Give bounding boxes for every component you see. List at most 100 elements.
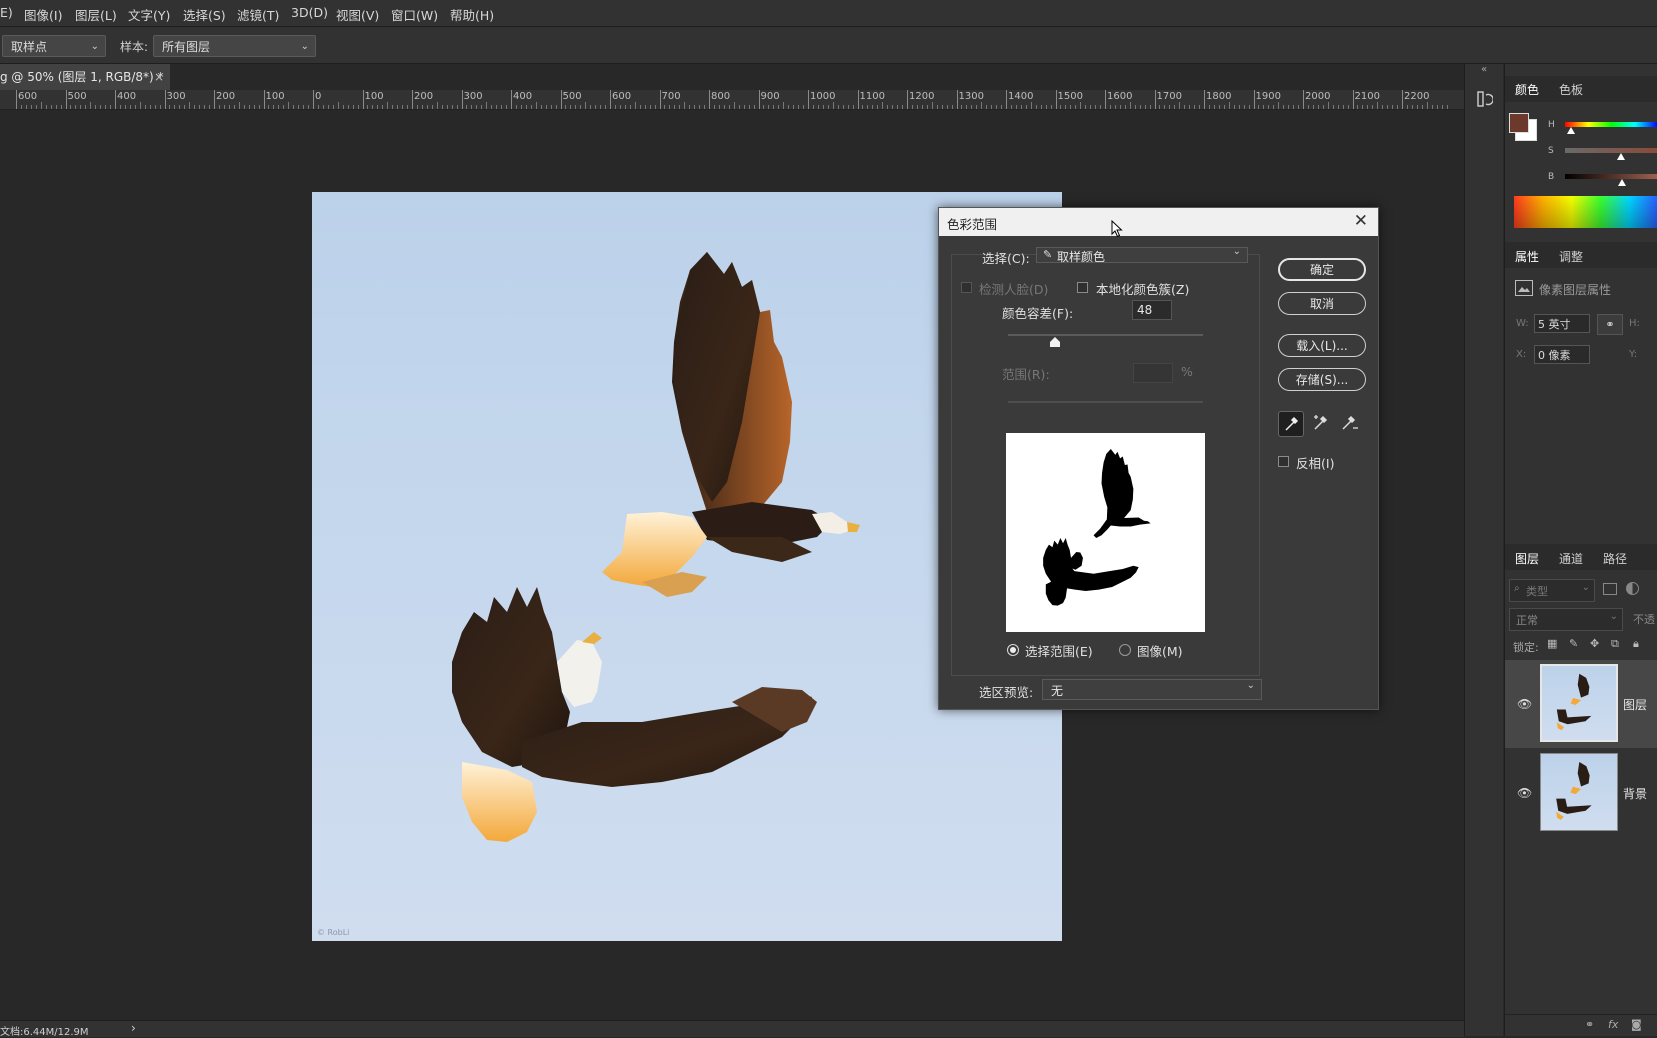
layer-name[interactable]: 背景: [1623, 785, 1647, 802]
ruler-minor-tick: [1327, 102, 1329, 109]
lock-transparency-icon[interactable]: ▦: [1547, 637, 1557, 650]
sample-label: 样本:: [120, 40, 149, 54]
preview-select[interactable]: 无 ⌄: [1042, 679, 1262, 700]
hue-slider[interactable]: [1565, 122, 1657, 127]
layer-row[interactable]: 👁︎ 图层: [1505, 660, 1657, 748]
image-radio[interactable]: [1119, 644, 1131, 656]
tab-swatches[interactable]: 色板: [1559, 81, 1583, 98]
x-field[interactable]: 0 像素: [1534, 345, 1590, 364]
document-tab[interactable]: g @ 50% (图层 1, RGB/8*) * ×: [0, 64, 170, 90]
layer-row[interactable]: 👁︎ 背景: [1505, 749, 1657, 837]
saturation-slider[interactable]: [1565, 148, 1657, 153]
close-icon[interactable]: ×: [154, 64, 164, 90]
fuzziness-field[interactable]: 48: [1132, 300, 1172, 320]
menu-view[interactable]: 视图(V): [336, 5, 379, 24]
fuzziness-slider-thumb[interactable]: [1049, 336, 1060, 347]
link-layers-icon[interactable]: ⚭: [1585, 1018, 1594, 1031]
ruler-minor-tick: [337, 102, 339, 109]
lock-artboard-icon[interactable]: ⧉: [1611, 637, 1619, 651]
tab-paths[interactable]: 路径: [1603, 550, 1627, 567]
ruler-major-tick: [1006, 90, 1007, 109]
menu-type[interactable]: 文字(Y): [128, 5, 170, 24]
ruler-minor-tick: [332, 105, 334, 109]
load-button[interactable]: 载入(L)...: [1278, 334, 1366, 357]
ruler-minor-tick: [941, 105, 943, 109]
chevron-down-icon: ⌄: [300, 41, 309, 52]
save-button[interactable]: 存储(S)...: [1278, 368, 1366, 391]
ruler-minor-tick: [20, 105, 22, 109]
menu-edit[interactable]: E): [0, 5, 13, 20]
layer-filter-select[interactable]: ⌕ 类型 ⌄: [1509, 579, 1595, 602]
menu-window[interactable]: 窗口(W): [391, 5, 438, 24]
selection-radio[interactable]: [1007, 644, 1019, 656]
layer-name[interactable]: 图层: [1623, 696, 1647, 713]
menu-image[interactable]: 图像(I): [24, 5, 62, 24]
localized-clusters-checkbox[interactable]: [1077, 282, 1088, 293]
eyedropper-icon[interactable]: [1278, 411, 1304, 437]
status-arrow-icon[interactable]: ›: [131, 1021, 136, 1035]
layer-thumbnail: [1540, 664, 1618, 742]
menu-help[interactable]: 帮助(H): [450, 5, 494, 24]
foreground-color-swatch[interactable]: [1509, 113, 1529, 133]
ruler-minor-tick: [431, 105, 433, 109]
fuzziness-slider[interactable]: [1008, 334, 1203, 336]
ruler-label: 2000: [1305, 91, 1331, 102]
menu-filter[interactable]: 滤镜(T): [237, 5, 279, 24]
history-icon[interactable]: [1477, 90, 1494, 108]
lock-paint-icon[interactable]: ✎: [1569, 637, 1578, 650]
brightness-slider[interactable]: [1565, 174, 1657, 179]
properties-subtitle: 像素图层属性: [1539, 283, 1612, 297]
lock-position-icon[interactable]: ✥: [1590, 637, 1599, 650]
menu-layer[interactable]: 图层(L): [75, 5, 117, 24]
collapse-panels-icon[interactable]: «: [1481, 64, 1487, 75]
hue-slider-thumb[interactable]: [1567, 127, 1575, 134]
menu-3d[interactable]: 3D(D): [291, 5, 328, 20]
close-icon[interactable]: ✕: [1354, 211, 1368, 231]
ruler-minor-tick: [1367, 105, 1369, 109]
filter-image-icon[interactable]: [1603, 583, 1617, 595]
eye-icon[interactable]: 👁︎: [1517, 786, 1532, 800]
add-to-sample-eyedropper-icon[interactable]: [1308, 411, 1332, 435]
blend-mode-select[interactable]: 正常 ⌄: [1509, 608, 1623, 631]
selection-preview[interactable]: [1006, 433, 1205, 632]
tab-layers[interactable]: 图层: [1515, 550, 1539, 567]
filter-adjustment-icon[interactable]: [1626, 582, 1639, 595]
ruler-minor-tick: [788, 105, 790, 109]
width-field[interactable]: 5 英寸: [1534, 314, 1590, 333]
ruler-minor-tick: [367, 105, 369, 109]
tab-color[interactable]: 颜色: [1515, 81, 1539, 98]
add-mask-icon[interactable]: ◙: [1631, 1018, 1642, 1031]
link-icon[interactable]: ⚭: [1597, 314, 1623, 335]
ruler-minor-tick: [466, 105, 468, 109]
menu-select[interactable]: 选择(S): [183, 5, 226, 24]
lock-all-icon[interactable]: 🔒︎: [1633, 637, 1639, 651]
tab-adjustments[interactable]: 调整: [1559, 248, 1583, 265]
eye-icon[interactable]: 👁︎: [1517, 697, 1532, 711]
ruler-minor-tick: [694, 105, 696, 109]
ruler-minor-tick: [1001, 105, 1003, 109]
saturation-slider-thumb[interactable]: [1617, 153, 1625, 160]
ruler-minor-tick: [639, 105, 641, 109]
sample-size-select[interactable]: 取样点 ⌄: [2, 35, 106, 57]
invert-checkbox[interactable]: [1278, 456, 1289, 467]
sample-layers-select[interactable]: 所有图层 ⌄: [153, 35, 316, 57]
ruler-minor-tick: [1233, 105, 1235, 109]
detect-faces-checkbox[interactable]: [961, 282, 972, 293]
chevron-down-icon: ⌄: [1246, 680, 1255, 691]
ruler-minor-tick: [40, 102, 42, 109]
tab-channels[interactable]: 通道: [1559, 550, 1583, 567]
dialog-title-bar[interactable]: 色彩范围 ✕: [939, 208, 1378, 236]
ruler-minor-tick: [971, 105, 973, 109]
ruler-minor-tick: [1194, 105, 1196, 109]
ok-button[interactable]: 确定: [1278, 258, 1366, 281]
ruler-minor-tick: [674, 105, 676, 109]
cancel-button[interactable]: 取消: [1278, 292, 1366, 315]
tab-properties[interactable]: 属性: [1515, 248, 1539, 265]
fx-icon[interactable]: fx: [1608, 1018, 1618, 1031]
color-spectrum-ramp[interactable]: [1514, 196, 1657, 228]
select-dropdown[interactable]: ✎ 取样颜色 ⌄: [1036, 246, 1248, 264]
ruler-minor-tick: [1134, 105, 1136, 109]
brightness-slider-thumb[interactable]: [1618, 179, 1626, 186]
subtract-from-sample-eyedropper-icon[interactable]: [1338, 411, 1362, 435]
ruler-minor-tick: [778, 105, 780, 109]
